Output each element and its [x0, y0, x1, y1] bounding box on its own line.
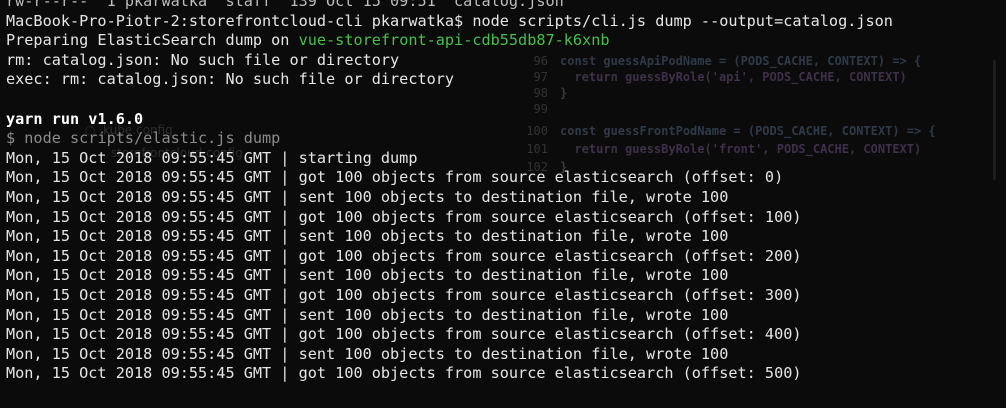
log-line: Mon, 15 Oct 2018 09:55:45 GMT | sent 100… — [6, 266, 729, 285]
pod-name: vue-storefront-api-cdb55db87-k6xnb — [298, 31, 610, 50]
log-line: Mon, 15 Oct 2018 09:55:45 GMT | sent 100… — [6, 227, 729, 246]
log-line: Mon, 15 Oct 2018 09:55:45 GMT | got 100 … — [6, 207, 802, 226]
log-line: Mon, 15 Oct 2018 09:55:45 GMT | got 100 … — [6, 246, 802, 265]
shell-command: node scripts/cli.js dump --output=catalo… — [472, 11, 893, 30]
log-line: Mon, 15 Oct 2018 09:55:45 GMT | sent 100… — [6, 344, 729, 363]
log-line: Mon, 15 Oct 2018 09:55:45 GMT | sent 100… — [6, 187, 729, 206]
terminal-window[interactable]: ○ .kube.config storefrontcloud.config 96… — [0, 0, 1006, 408]
terminal-line-rm-error: rm: catalog.json: No such file or direct… — [6, 50, 400, 69]
terminal-line-exec-error: exec: rm: catalog.json: No such file or … — [6, 70, 455, 89]
terminal-line-cutoff: rw-r--r-- 1 pkarwatka staff 139 Oct 15 0… — [6, 0, 564, 10]
log-line: Mon, 15 Oct 2018 09:55:45 GMT | got 100 … — [6, 325, 802, 344]
terminal-line-preparing: Preparing ElasticSearch dump on vue-stor… — [6, 31, 610, 50]
shell-prompt: MacBook-Pro-Piotr-2:storefrontcloud-cli … — [6, 11, 473, 30]
terminal-line-prompt: MacBook-Pro-Piotr-2:storefrontcloud-cli … — [6, 12, 1006, 32]
terminal-output: rw-r--r-- 1 pkarwatka staff 139 Oct 15 0… — [6, 0, 1006, 384]
log-line: Mon, 15 Oct 2018 09:55:45 GMT | got 100 … — [6, 364, 802, 383]
log-line: Mon, 15 Oct 2018 09:55:45 GMT | starting… — [6, 148, 418, 167]
log-line: Mon, 15 Oct 2018 09:55:45 GMT | got 100 … — [6, 168, 784, 187]
terminal-line-yarn-command: $ node scripts/elastic.js dump — [6, 129, 281, 148]
log-line: Mon, 15 Oct 2018 09:55:45 GMT | got 100 … — [6, 285, 802, 304]
log-line: Mon, 15 Oct 2018 09:55:45 GMT | sent 100… — [6, 305, 729, 324]
terminal-line-yarn-header: yarn run v1.6.0 — [6, 109, 144, 128]
